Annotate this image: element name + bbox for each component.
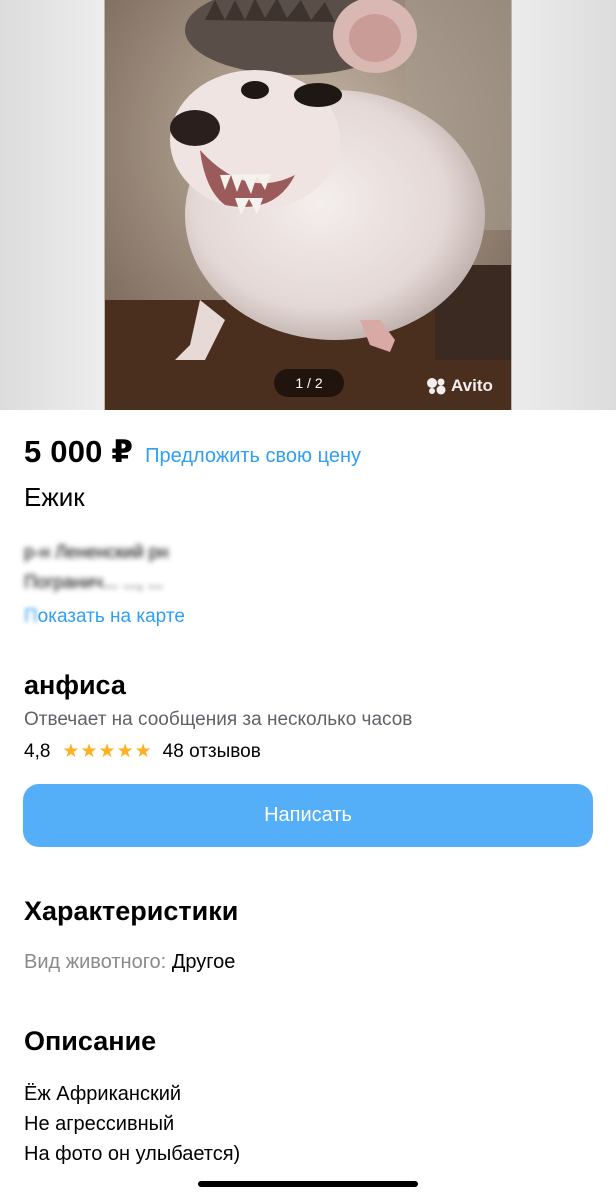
star-icon: ★ (98, 741, 116, 762)
hedgehog-photo[interactable] (105, 0, 511, 410)
map-link-prefix: П (24, 606, 38, 627)
show-on-map-link[interactable]: Показать на карте (24, 606, 185, 628)
star-icon: ★ (62, 741, 80, 762)
write-message-button[interactable]: Написать (23, 784, 593, 847)
star-icon: ★ (116, 741, 134, 762)
photo-counter: 1 / 2 (274, 369, 344, 397)
characteristic-row: Вид животного: Другое (24, 951, 235, 974)
star-icon: ★ (80, 741, 98, 762)
characteristics-title: Характеристики (24, 896, 239, 926)
address-district: р-н Лененский рн (24, 542, 169, 562)
rating-stars: ★ ★ ★ ★ ★ (62, 740, 152, 763)
description-line: На фото он улыбается) (24, 1143, 241, 1165)
seller-name[interactable]: анфиса (24, 670, 126, 701)
price-row: 5 000 ₽ Предложить свою цену (24, 434, 361, 470)
seller-rating-row[interactable]: 4,8 ★ ★ ★ ★ ★ 48 отзывов (24, 740, 261, 763)
characteristic-value: Другое (171, 951, 236, 973)
offer-price-link[interactable]: Предложить свою цену (145, 445, 361, 468)
address-street: Погранич... ..., ... (24, 572, 163, 592)
watermark-text: Avito (451, 376, 493, 395)
price: 5 000 ₽ (24, 434, 134, 469)
home-indicator[interactable] (198, 1181, 418, 1187)
star-icon: ★ (134, 741, 152, 762)
avito-watermark: Avito (426, 376, 493, 396)
avito-logo-icon (427, 378, 446, 395)
reviews-count: 48 отзывов (162, 740, 261, 762)
description-line: Ёж Африканский (24, 1083, 182, 1105)
map-link-label: оказать на карте (37, 606, 185, 627)
description-title: Описание (24, 1026, 157, 1056)
seller-response-time: Отвечает на сообщения за несколько часов (24, 709, 413, 730)
characteristic-label: Вид животного: (24, 951, 167, 973)
rating-value: 4,8 (24, 740, 51, 762)
description-line: Не агрессивный (24, 1113, 175, 1135)
photo-gallery[interactable]: 1 / 2 Avito (0, 0, 616, 410)
listing-title: Ежик (24, 482, 85, 512)
